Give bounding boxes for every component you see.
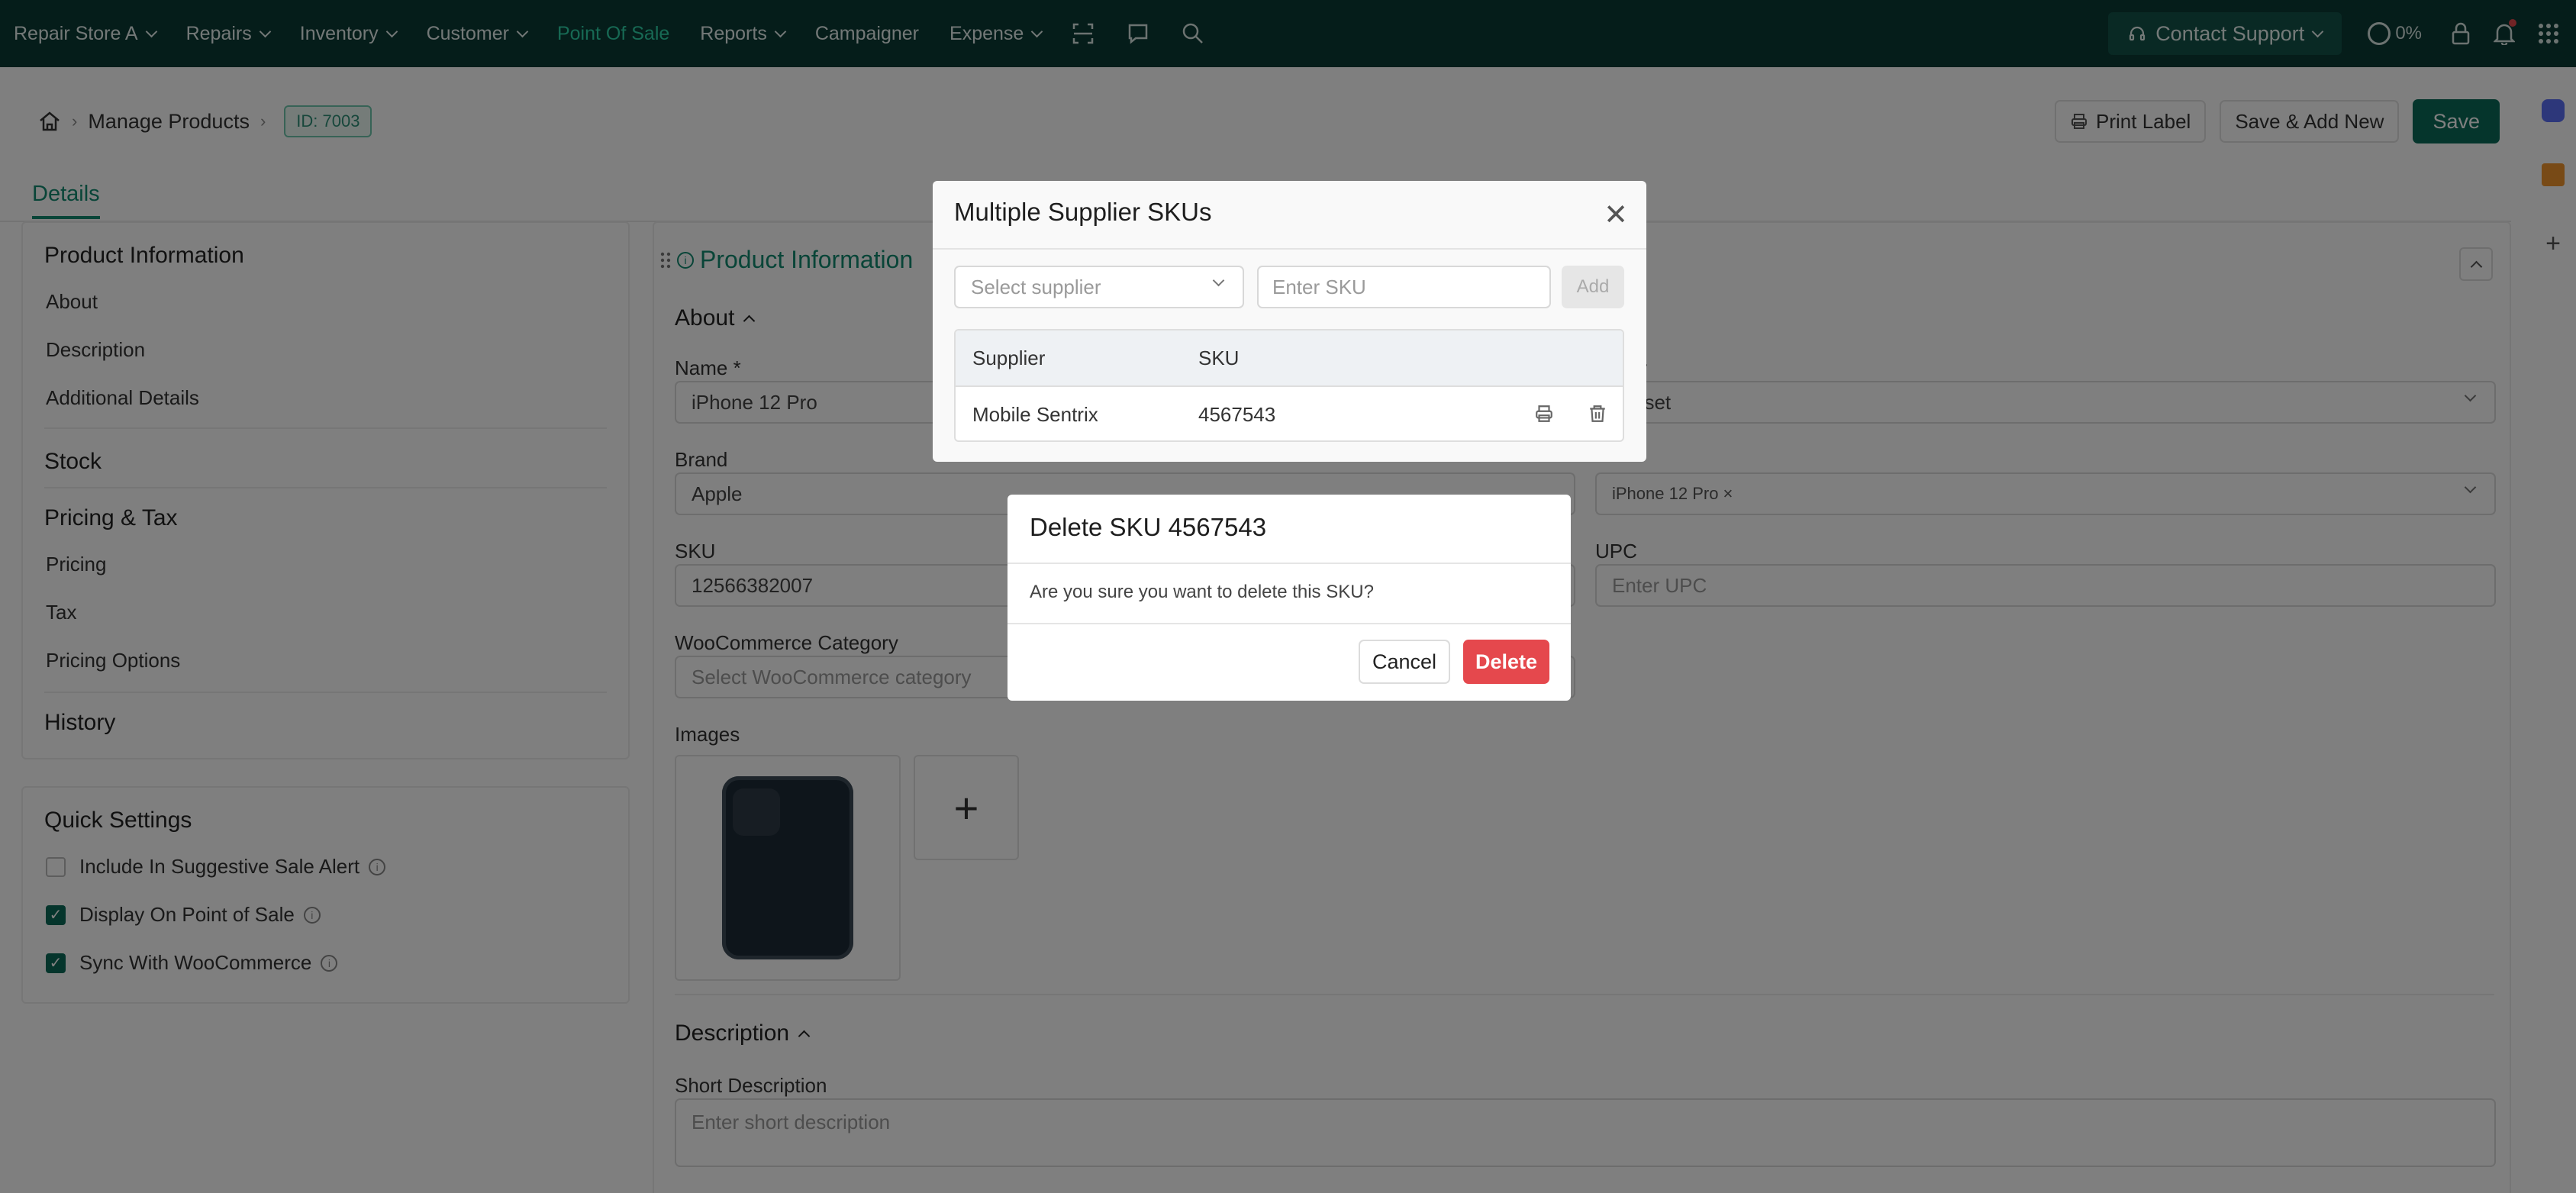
modal-title: Multiple Supplier SKUs xyxy=(954,198,1212,226)
chevron-down-icon xyxy=(1212,274,1225,287)
supplier-sku-table: Supplier SKU Mobile Sentrix 4567543 xyxy=(954,329,1624,442)
divider xyxy=(1008,563,1571,564)
dialog-title: Delete SKU 4567543 xyxy=(1030,513,1267,541)
supplier-placeholder: Select supplier xyxy=(971,275,1101,298)
row-supplier: Mobile Sentrix xyxy=(972,402,1098,426)
divider xyxy=(1008,623,1571,624)
multiple-supplier-skus-modal: Multiple Supplier SKUs ✕ Select supplier… xyxy=(933,181,1646,462)
delete-button[interactable]: Delete xyxy=(1463,640,1549,684)
table-header: Supplier SKU xyxy=(956,330,1623,387)
delete-sku-dialog: Delete SKU 4567543 Are you sure you want… xyxy=(1008,495,1571,701)
cancel-button[interactable]: Cancel xyxy=(1359,640,1450,684)
row-sku: 4567543 xyxy=(1198,402,1276,426)
trash-icon[interactable] xyxy=(1588,404,1607,429)
column-sku: SKU xyxy=(1198,346,1240,369)
supplier-select[interactable]: Select supplier xyxy=(954,266,1244,308)
table-row: Mobile Sentrix 4567543 xyxy=(956,387,1623,440)
divider xyxy=(933,248,1646,250)
dialog-message: Are you sure you want to delete this SKU… xyxy=(1030,582,1374,602)
column-supplier: Supplier xyxy=(972,346,1046,369)
add-sku-button[interactable]: Add xyxy=(1562,266,1624,308)
close-icon[interactable]: ✕ xyxy=(1604,198,1628,232)
sku-input[interactable]: Enter SKU xyxy=(1257,266,1551,308)
print-icon[interactable] xyxy=(1534,404,1554,429)
